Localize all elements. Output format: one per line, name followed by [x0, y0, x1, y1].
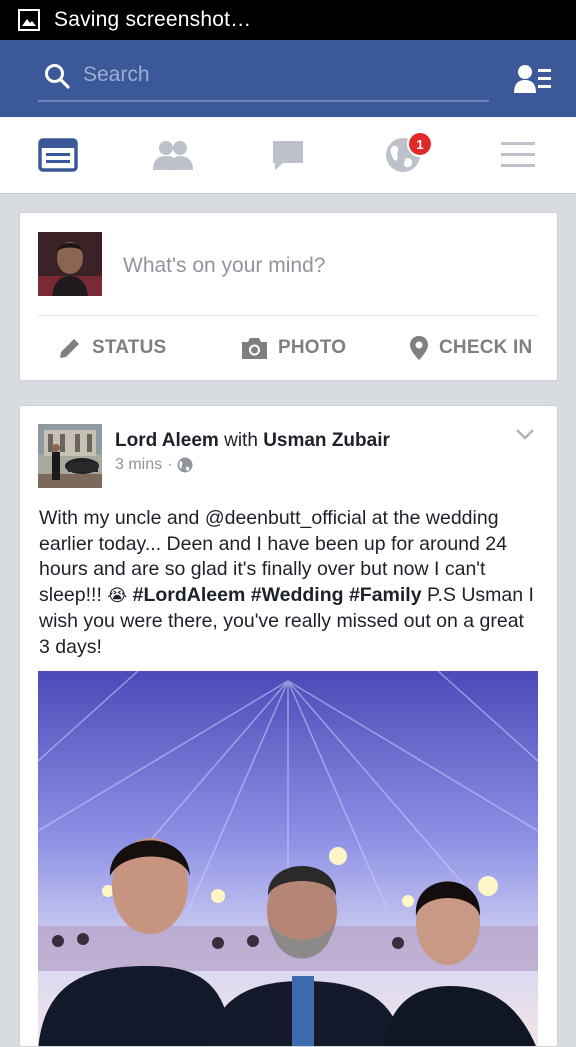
friends-icon — [153, 141, 193, 170]
pencil-icon — [60, 339, 79, 358]
post-author-avatar[interactable] — [38, 424, 102, 488]
composer-prompt[interactable]: What's on your mind? — [123, 254, 325, 278]
camera-icon — [242, 337, 267, 359]
author-name[interactable]: Lord Aleem — [115, 430, 219, 451]
status-composer: What's on your mind? STATUS PHOTO CHECK … — [19, 212, 558, 381]
crying-emoji: 😭 — [107, 586, 128, 606]
post-meta: 3 mins · — [115, 456, 193, 474]
search-placeholder: Search — [83, 63, 150, 86]
post-text: With my uncle and @deenbutt_official at … — [39, 506, 539, 660]
status-text: Saving screenshot… — [54, 8, 252, 31]
photo-button[interactable]: PHOTO — [241, 316, 346, 380]
post-author-avatar-image — [38, 424, 102, 488]
tab-bar: 1 — [0, 117, 576, 194]
hashtag[interactable]: #Family — [349, 584, 422, 606]
status-label: STATUS — [92, 337, 167, 358]
feed-post: Lord Aleem with Usman Zubair 3 mins · Wi… — [19, 405, 558, 1047]
with-word: with — [224, 430, 258, 451]
tagged-name[interactable]: Usman Zubair — [263, 430, 390, 451]
user-avatar[interactable] — [38, 232, 102, 296]
chevron-down-icon[interactable] — [516, 428, 534, 440]
composer-actions: STATUS PHOTO CHECK IN — [20, 316, 557, 380]
check-in-button[interactable]: CHECK IN — [409, 316, 532, 380]
news-feed-icon — [38, 138, 78, 172]
search-icon — [45, 64, 70, 89]
hashtag[interactable]: #Wedding — [251, 584, 344, 606]
post-photo-image — [38, 671, 538, 1046]
menu-icon — [501, 142, 535, 167]
post-header: Lord Aleem with Usman Zubair — [115, 430, 390, 452]
search-bar: Search — [0, 40, 576, 117]
tab-news-feed[interactable] — [18, 117, 98, 193]
chat-bubble-icon — [273, 141, 303, 170]
post-photo[interactable] — [38, 671, 538, 1046]
user-avatar-image — [38, 232, 102, 296]
tab-messages[interactable] — [248, 117, 328, 193]
meta-separator: · — [167, 456, 173, 473]
status-button[interactable]: STATUS — [58, 316, 166, 380]
check-in-label: CHECK IN — [439, 337, 533, 358]
friend-requests-icon[interactable] — [514, 63, 552, 95]
post-time[interactable]: 3 mins — [115, 456, 162, 474]
location-pin-icon — [410, 336, 428, 360]
hashtag[interactable]: #LordAleem — [133, 584, 246, 606]
tab-friends[interactable] — [133, 117, 213, 193]
image-icon — [18, 9, 40, 31]
tab-notifications[interactable]: 1 — [363, 117, 443, 193]
search-input[interactable]: Search — [38, 53, 489, 102]
notifications-badge: 1 — [407, 131, 433, 157]
tab-more[interactable] — [478, 117, 558, 193]
public-globe-icon — [177, 457, 193, 473]
photo-label: PHOTO — [278, 337, 347, 358]
status-bar: Saving screenshot… — [0, 0, 576, 40]
